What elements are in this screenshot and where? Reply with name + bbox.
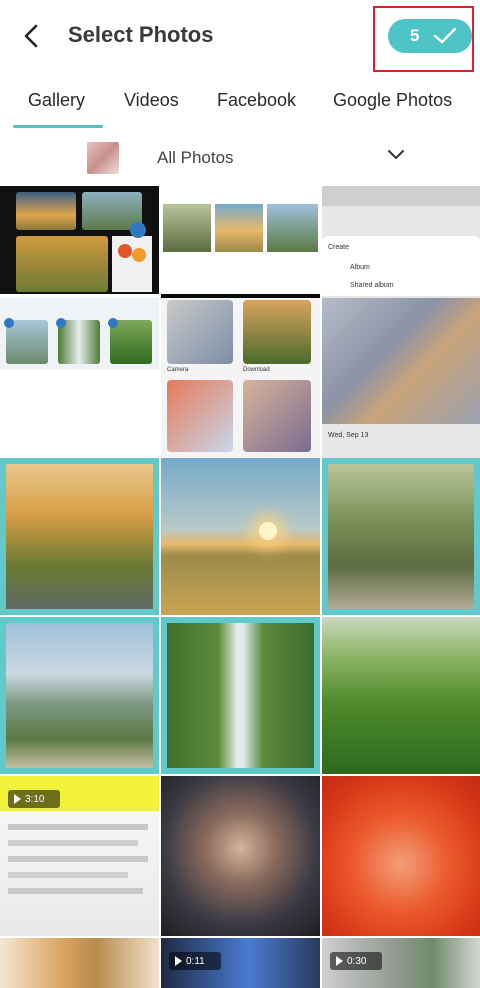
tab-facebook[interactable]: Facebook [217, 90, 296, 111]
tab-gallery[interactable]: Gallery [28, 90, 85, 111]
tab-videos[interactable]: Videos [124, 90, 179, 111]
photo-thumbnail[interactable] [322, 776, 480, 936]
video-duration-badge: 3:10 [8, 790, 60, 808]
back-button[interactable] [14, 18, 50, 54]
photo-thumbnail-selected[interactable] [0, 458, 159, 615]
menu-overlay: Create Album Shared album [322, 236, 480, 296]
video-thumbnail[interactable]: 0:30 [322, 938, 480, 988]
photo-thumbnail-selected[interactable] [161, 617, 320, 774]
photo-thumbnail[interactable]: Create Album Shared album Wed, Sep 13 [322, 186, 480, 458]
album-name: All Photos [157, 148, 234, 167]
page-title: Select Photos [68, 22, 214, 47]
selected-count: 5 [410, 26, 420, 45]
photo-thumbnail[interactable] [0, 938, 159, 988]
folder-label-camera: Camera [167, 367, 189, 373]
album-thumbnail [87, 142, 119, 174]
top-bar: Select Photos 5 [0, 0, 480, 72]
active-tab-indicator [13, 125, 103, 128]
photo-thumbnail[interactable] [322, 617, 480, 774]
checkmark-icon [434, 27, 457, 44]
tab-google-photos[interactable]: Google Photos [333, 90, 452, 111]
video-thumbnail[interactable]: 0:11 [161, 938, 320, 988]
photo-thumbnail[interactable] [161, 458, 320, 615]
play-icon [336, 956, 343, 966]
video-duration-badge: 0:30 [330, 952, 382, 970]
back-arrow-icon [24, 24, 38, 48]
photo-thumbnail-selected[interactable] [0, 617, 159, 774]
play-icon [175, 956, 182, 966]
photo-thumbnail[interactable] [0, 186, 159, 458]
photo-thumbnail[interactable]: Camera Download [161, 186, 320, 458]
chevron-down-icon [388, 150, 404, 159]
photo-thumbnail[interactable] [161, 776, 320, 936]
video-thumbnail[interactable]: 3:10 [0, 776, 159, 936]
confirm-selection-button[interactable]: 5 [388, 19, 472, 53]
source-tabs: Gallery Videos Facebook Google Photos [0, 78, 480, 130]
video-duration-badge: 0:11 [169, 952, 221, 970]
photo-grid: Camera Download Create Album Shared albu… [0, 186, 480, 988]
photo-thumbnail-selected[interactable] [322, 458, 480, 615]
album-selector[interactable]: All Photos [0, 130, 480, 186]
play-icon [14, 794, 21, 804]
folder-label-download: Download [243, 367, 270, 373]
